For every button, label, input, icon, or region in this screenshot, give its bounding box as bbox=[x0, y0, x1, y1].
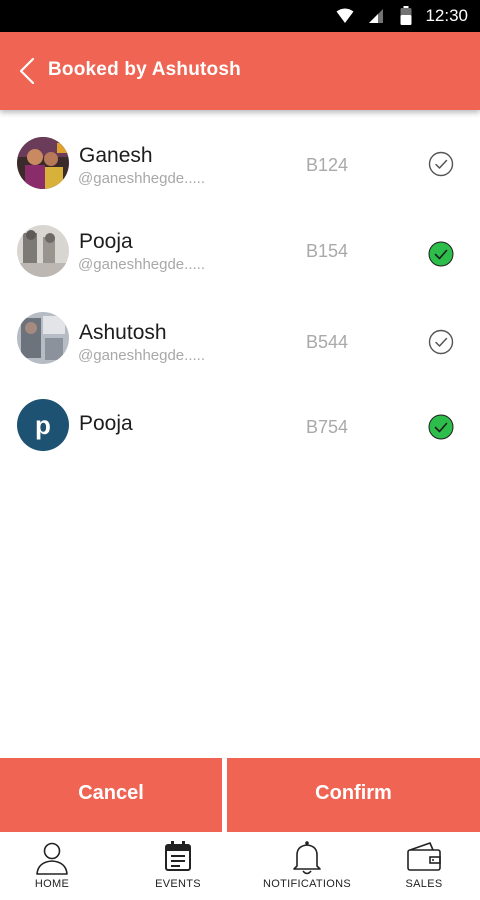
booking-code: B754 bbox=[306, 417, 349, 437]
cancel-button[interactable]: Cancel bbox=[0, 758, 222, 832]
booking-code: B154 bbox=[306, 241, 349, 261]
avatar bbox=[17, 312, 69, 364]
nav-label: NOTIFICATIONS bbox=[262, 878, 352, 890]
list-item[interactable]: Ganesh @ganeshhegde..... B124 bbox=[0, 120, 480, 208]
calendar-icon bbox=[165, 841, 191, 871]
list-item[interactable]: Ashutosh @ganeshhegde..... B544 bbox=[0, 296, 480, 384]
nav-sales[interactable]: SALES bbox=[384, 832, 464, 900]
user-handle: @ganeshhegde..... bbox=[78, 347, 205, 364]
avatar bbox=[17, 137, 69, 189]
user-name: Ganesh bbox=[79, 144, 153, 167]
user-handle: @ganeshhegde..... bbox=[78, 170, 205, 187]
nav-label: SALES bbox=[405, 878, 443, 890]
check-filled-icon[interactable] bbox=[428, 241, 454, 267]
bottom-nav: HOME EVENTS NOTIFICATIONS SALES bbox=[0, 832, 480, 900]
nav-label: EVENTS bbox=[155, 878, 201, 890]
bell-icon bbox=[293, 841, 321, 875]
check-outline-icon[interactable] bbox=[428, 329, 454, 355]
person-icon bbox=[36, 842, 68, 875]
action-bar: Cancel Confirm bbox=[0, 758, 480, 832]
nav-label: HOME bbox=[34, 878, 70, 890]
list-item[interactable]: p Pooja B754 bbox=[0, 384, 480, 472]
page-title: Booked by Ashutosh bbox=[48, 59, 241, 80]
app-bar: Booked by Ashutosh bbox=[0, 32, 480, 110]
nav-events[interactable]: EVENTS bbox=[138, 832, 218, 900]
avatar bbox=[17, 225, 69, 277]
user-name: Pooja bbox=[79, 412, 133, 435]
signal-icon bbox=[369, 9, 383, 23]
user-name: Ashutosh bbox=[79, 321, 167, 344]
avatar: p bbox=[17, 399, 69, 451]
wallet-icon bbox=[407, 842, 441, 871]
check-outline-icon[interactable] bbox=[428, 151, 454, 177]
list-item[interactable]: Pooja @ganeshhegde..... B154 bbox=[0, 208, 480, 296]
user-name: Pooja bbox=[79, 230, 133, 253]
confirm-button[interactable]: Confirm bbox=[227, 758, 480, 832]
booking-code: B124 bbox=[306, 155, 349, 175]
nav-home[interactable]: HOME bbox=[12, 832, 92, 900]
check-filled-icon[interactable] bbox=[428, 414, 454, 440]
chevron-left-icon[interactable] bbox=[16, 56, 40, 86]
user-handle: @ganeshhegde..... bbox=[78, 256, 205, 273]
battery-icon bbox=[400, 6, 412, 25]
booking-code: B544 bbox=[306, 332, 349, 352]
clock: 12:30 bbox=[425, 6, 468, 25]
nav-notifications[interactable]: NOTIFICATIONS bbox=[252, 832, 362, 900]
status-bar: 12:30 bbox=[0, 0, 480, 32]
wifi-icon bbox=[336, 8, 354, 23]
